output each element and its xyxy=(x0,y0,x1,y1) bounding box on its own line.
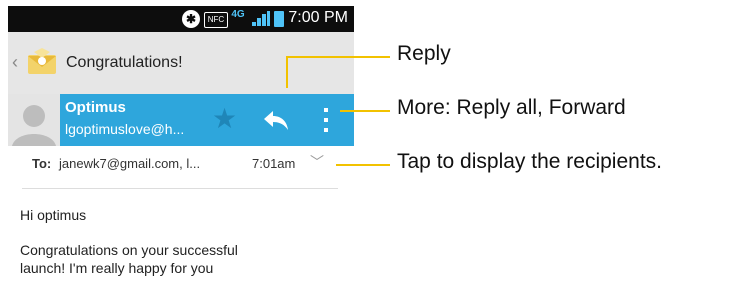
reply-callout-label: Reply xyxy=(397,42,451,65)
email-app-icon[interactable] xyxy=(26,46,58,78)
action-bar: ‹ Congratulations! xyxy=(8,32,354,95)
to-label: To: xyxy=(32,156,52,171)
to-value: janewk7@gmail.com, l... xyxy=(59,156,201,171)
annotated-screenshot: ✱ NFC 4G 7:00 PM ‹ Congratulations! Opti… xyxy=(0,0,743,282)
more-dot xyxy=(324,128,328,132)
email-subject: Congratulations! xyxy=(66,54,183,71)
sender-name[interactable]: Optimus xyxy=(65,99,126,116)
recipients-row[interactable]: To: janewk7@gmail.com, l... 7:01am ﹀ xyxy=(22,152,352,176)
reply-callout-line xyxy=(286,56,390,58)
phone-screen: ✱ NFC 4G 7:00 PM ‹ Congratulations! Opti… xyxy=(8,6,354,282)
more-options-icon[interactable] xyxy=(322,106,330,134)
more-dot xyxy=(324,108,328,112)
battery-icon xyxy=(274,11,284,27)
recipients-callout-line xyxy=(336,164,390,166)
message-time: 7:01am xyxy=(252,156,296,171)
back-icon[interactable]: ‹ xyxy=(12,52,18,73)
divider xyxy=(22,188,338,189)
more-callout-label: More: Reply all, Forward xyxy=(397,96,626,119)
network-4g-icon: 4G xyxy=(230,10,246,28)
star-icon[interactable]: ★ xyxy=(212,104,237,134)
message-body-line: launch! I'm really happy for you xyxy=(20,260,214,276)
avatar[interactable] xyxy=(8,94,60,146)
recipients-callout-label: Tap to display the recipients. xyxy=(397,150,662,173)
reply-icon[interactable] xyxy=(262,106,290,134)
chevron-down-icon[interactable]: ﹀ xyxy=(310,152,324,172)
nfc-icon: NFC xyxy=(204,12,228,28)
status-time: 7:00 PM xyxy=(288,9,348,26)
bluetooth-icon: ✱ xyxy=(182,10,200,28)
status-bar: ✱ NFC 4G 7:00 PM xyxy=(8,6,354,32)
message-body-line: Congratulations on your successful xyxy=(20,242,238,258)
signal-icon xyxy=(252,11,270,26)
more-dot xyxy=(324,118,328,122)
sender-bar: Optimus lgoptimuslove@h... ★ xyxy=(8,94,354,146)
reply-callout-line xyxy=(286,56,288,88)
message-greeting: Hi optimus xyxy=(20,207,87,223)
more-callout-line xyxy=(340,110,390,112)
sender-email[interactable]: lgoptimuslove@h... xyxy=(65,121,184,137)
network-label: 4G xyxy=(231,9,245,20)
